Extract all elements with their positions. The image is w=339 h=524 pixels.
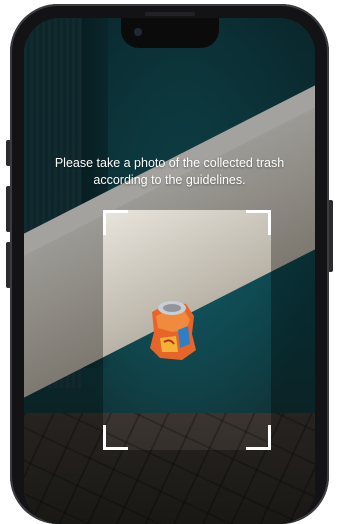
instruction-line-1: Please take a photo of the collected tra… — [54, 156, 285, 170]
instruction-line-2: according to the guidelines. — [93, 173, 246, 187]
camera-screen[interactable]: Please take a photo of the collected tra… — [24, 18, 315, 524]
capture-frame[interactable] — [103, 210, 271, 450]
front-camera-icon — [134, 28, 142, 36]
photo-instruction: Please take a photo of the collected tra… — [34, 155, 305, 189]
dim-overlay-bottom — [24, 450, 315, 524]
dim-overlay-left — [24, 210, 103, 450]
phone-frame: Please take a photo of the collected tra… — [10, 4, 329, 524]
dim-overlay-right — [271, 210, 315, 450]
viewfinder-corner-bottom-right-icon — [246, 425, 271, 450]
viewfinder-corner-top-right-icon — [246, 210, 271, 235]
earpiece-speaker — [145, 12, 195, 16]
viewfinder-corner-top-left-icon — [103, 210, 128, 235]
viewfinder-corner-bottom-left-icon — [103, 425, 128, 450]
